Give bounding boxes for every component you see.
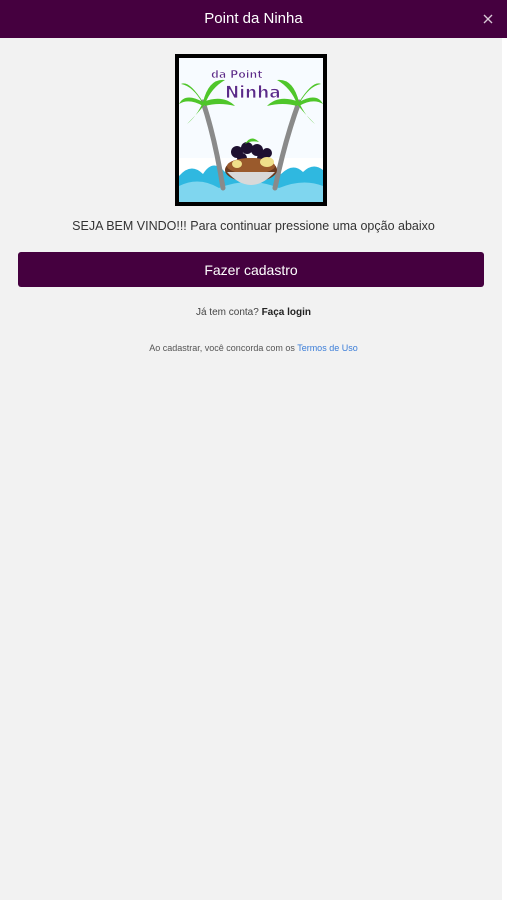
login-prompt-line: Já tem conta? Faça login (0, 307, 507, 318)
brand-logo: da Point Ninha (175, 54, 327, 206)
page-title: Point da Ninha (204, 10, 303, 27)
terms-prefix: Ao cadastrar, você concorda com os (149, 343, 295, 353)
header-bar: Point da Ninha (0, 0, 507, 38)
login-prompt: Já tem conta? (195, 307, 259, 318)
palm-tree-acai-bowl-logo: da Point Ninha (179, 58, 323, 202)
login-link[interactable]: Faça login (262, 307, 311, 318)
close-icon (483, 14, 493, 24)
logo-text-line1: da Point (211, 68, 263, 81)
page: Point da Ninha da Point Ninha SEJA BEM V… (0, 0, 507, 900)
scrollbar[interactable] (502, 38, 507, 900)
terms-link[interactable]: Termos de Uso (297, 343, 358, 353)
signup-button[interactable]: Fazer cadastro (18, 252, 484, 287)
terms-notice: Ao cadastrar, você concorda com os Termo… (0, 343, 507, 353)
logo-text-line2: Ninha (225, 83, 281, 103)
close-button[interactable] (479, 10, 497, 28)
welcome-message: SEJA BEM VINDO!!! Para continuar pressio… (72, 219, 435, 233)
